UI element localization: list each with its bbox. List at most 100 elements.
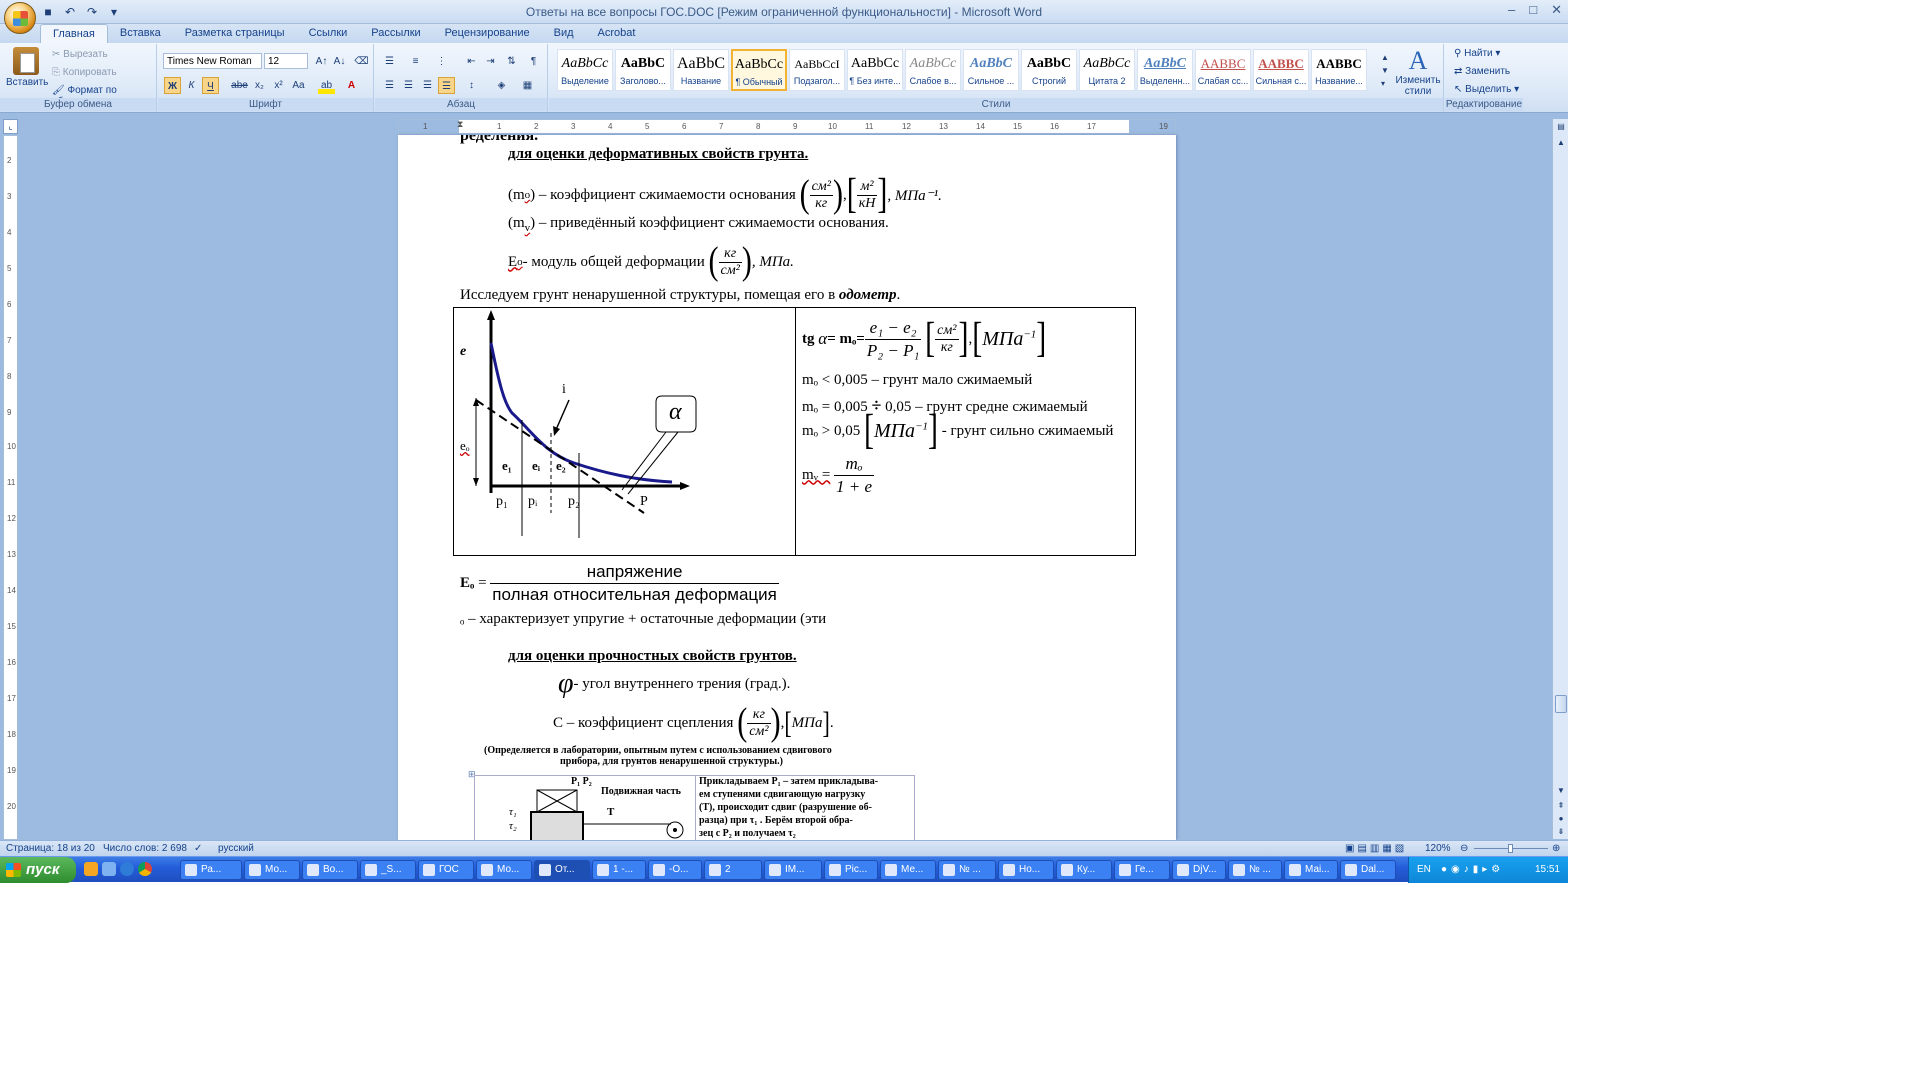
select-button[interactable]: ↖ Выделить ▾ xyxy=(1454,84,1519,95)
tab-references[interactable]: Ссылки xyxy=(297,24,360,44)
font-name-combo[interactable]: Times New Roman xyxy=(163,53,262,69)
copy-button[interactable]: ⎘ Копировать xyxy=(52,67,117,78)
vertical-scrollbar[interactable]: ▤ ▲ ▼ ⇞ ● ⇟ xyxy=(1552,119,1568,839)
view-buttons-icon[interactable]: ▣▤▥▦▧ xyxy=(1345,843,1407,854)
find-button[interactable]: ⚲ Найти ▾ xyxy=(1454,48,1500,59)
taskbar-item[interactable]: Во... xyxy=(302,860,358,880)
vertical-ruler[interactable]: 2 3 4 5 6 7 8 9 10 11 12 13 14 15 16 17 18 19 20 xyxy=(3,135,18,840)
indent-marker-icon[interactable]: ⧗ xyxy=(457,119,465,133)
tab-review[interactable]: Рецензирование xyxy=(433,24,542,44)
horizontal-ruler[interactable]: ⧗ 1 1 2 3 4 5 6 7 8 9 10 11 12 13 14 15 16 17 19 xyxy=(398,119,1176,134)
style-item[interactable]: AaBbC Заголово... xyxy=(615,49,671,91)
subscript-button[interactable]: x₂ xyxy=(251,77,268,94)
taskbar-item[interactable]: Мо... xyxy=(476,860,532,880)
taskbar-item[interactable]: Но... xyxy=(998,860,1054,880)
taskbar-item[interactable]: _S... xyxy=(360,860,416,880)
taskbar-item[interactable]: Ріс... xyxy=(824,860,878,880)
show-marks-icon[interactable]: ¶ xyxy=(525,53,542,70)
style-item[interactable]: AaBbCc Слабое в... xyxy=(905,49,961,91)
superscript-button[interactable]: x² xyxy=(270,77,287,94)
input-language[interactable]: EN xyxy=(1417,857,1431,883)
tab-page-layout[interactable]: Разметка страницы xyxy=(173,24,297,44)
taskbar-item-active[interactable]: От... xyxy=(534,860,590,880)
taskbar-item[interactable]: Ме... xyxy=(880,860,936,880)
style-item[interactable]: AaBbC Сильное ... xyxy=(963,49,1019,91)
quicklaunch-folder-icon[interactable] xyxy=(84,862,98,876)
shrink-font-icon[interactable]: A↓ xyxy=(331,53,348,70)
proofing-icon[interactable]: ✓ xyxy=(194,843,202,854)
clock[interactable]: 15:51 xyxy=(1535,857,1560,883)
taskbar-item[interactable]: № ... xyxy=(938,860,996,880)
strikethrough-button[interactable]: abe xyxy=(231,77,248,94)
highlight-icon[interactable]: ab xyxy=(318,77,335,94)
taskbar-item[interactable]: Ге... xyxy=(1114,860,1170,880)
taskbar-item[interactable]: Ку... xyxy=(1056,860,1112,880)
underline-button[interactable]: Ч xyxy=(202,77,219,94)
zoom-out-icon[interactable]: ⊖ xyxy=(1460,843,1468,854)
ruler-toggle[interactable]: ⌞ xyxy=(3,119,18,134)
style-item[interactable]: AaBbC Выделенн... xyxy=(1137,49,1193,91)
tab-view[interactable]: Вид xyxy=(542,24,586,44)
word-count[interactable]: Число слов: 2 698 xyxy=(103,843,187,854)
style-item[interactable]: AABBC Сильная с... xyxy=(1253,49,1309,91)
grow-font-icon[interactable]: A↑ xyxy=(313,53,330,70)
font-color-icon[interactable]: A xyxy=(343,77,360,94)
scroll-down-icon[interactable]: ▼ xyxy=(1555,785,1567,797)
replace-button[interactable]: ⇄ Заменить xyxy=(1454,66,1510,77)
zoom-in-icon[interactable]: ⊕ xyxy=(1552,843,1560,854)
taskbar-item[interactable]: ГОС xyxy=(418,860,474,880)
bold-button[interactable]: Ж xyxy=(164,77,181,94)
quicklaunch-chrome-icon[interactable] xyxy=(138,862,152,876)
taskbar-item[interactable]: 1 -... xyxy=(592,860,646,880)
taskbar-item[interactable]: 2 xyxy=(704,860,762,880)
taskbar-item[interactable]: Dal... xyxy=(1340,860,1396,880)
italic-button[interactable]: К xyxy=(183,77,200,94)
bullets-icon[interactable]: ☰ xyxy=(381,53,398,70)
numbering-icon[interactable]: ≡ xyxy=(407,53,424,70)
decrease-indent-icon[interactable]: ⇤ xyxy=(463,53,480,70)
tab-insert[interactable]: Вставка xyxy=(108,24,173,44)
font-size-combo[interactable]: 12 xyxy=(264,53,308,69)
style-item-active[interactable]: AaBbCc ¶ Обычный xyxy=(731,49,787,91)
taskbar-item[interactable]: Ра... xyxy=(180,860,242,880)
taskbar-item[interactable]: DjV... xyxy=(1172,860,1226,880)
style-item[interactable]: AaBbCcI Подзагол... xyxy=(789,49,845,91)
shading-icon[interactable]: ◈ xyxy=(493,77,510,94)
taskbar-item[interactable]: -О... xyxy=(648,860,702,880)
minimize-icon[interactable]: – xyxy=(1508,2,1515,18)
taskbar-item[interactable]: № ... xyxy=(1228,860,1282,880)
office-button[interactable] xyxy=(4,2,36,34)
style-item[interactable]: AaBbCc Цитата 2 xyxy=(1079,49,1135,91)
quicklaunch-ie-icon[interactable] xyxy=(120,862,134,876)
document-page[interactable]: ределения. для оценки деформативных свой… xyxy=(398,135,1176,840)
tab-home[interactable]: Главная xyxy=(40,24,108,44)
maximize-icon[interactable]: □ xyxy=(1529,2,1537,18)
increase-indent-icon[interactable]: ⇥ xyxy=(482,53,499,70)
next-page-icon[interactable]: ⇟ xyxy=(1555,826,1567,838)
view-ruler-icon[interactable]: ▤ xyxy=(1555,121,1567,133)
style-item[interactable]: AaBbC Строгий xyxy=(1021,49,1077,91)
multilevel-list-icon[interactable]: ⋮ xyxy=(433,53,450,70)
line-spacing-icon[interactable]: ↕ xyxy=(463,77,480,94)
align-center-icon[interactable]: ☰ xyxy=(400,77,417,94)
style-item[interactable]: AABBC Слабая сс... xyxy=(1195,49,1251,91)
change-styles-button[interactable]: A Изменить стили xyxy=(1394,47,1442,98)
clear-format-icon[interactable]: ⌫ xyxy=(353,53,370,70)
page-count[interactable]: Страница: 18 из 20 xyxy=(6,843,95,854)
taskbar-item[interactable]: IM... xyxy=(764,860,822,880)
taskbar-item[interactable]: Маі... xyxy=(1284,860,1338,880)
close-icon[interactable]: ✕ xyxy=(1551,2,1562,18)
start-button[interactable]: пуск xyxy=(0,857,76,883)
sort-icon[interactable]: ⇅ xyxy=(503,53,520,70)
taskbar-item[interactable]: Мо... xyxy=(244,860,300,880)
paste-button[interactable]: Вставить xyxy=(6,47,48,88)
quicklaunch-desktop-icon[interactable] xyxy=(102,862,116,876)
tab-acrobat[interactable]: Acrobat xyxy=(586,24,648,44)
zoom-level[interactable]: 120% xyxy=(1425,843,1451,854)
style-item[interactable]: AaBbCc ¶ Без инте... xyxy=(847,49,903,91)
style-item[interactable]: AABBC Название... xyxy=(1311,49,1367,91)
align-left-icon[interactable]: ☰ xyxy=(381,77,398,94)
prev-page-icon[interactable]: ⇞ xyxy=(1555,800,1567,812)
zoom-slider-thumb[interactable] xyxy=(1508,844,1513,853)
align-right-icon[interactable]: ☰ xyxy=(419,77,436,94)
